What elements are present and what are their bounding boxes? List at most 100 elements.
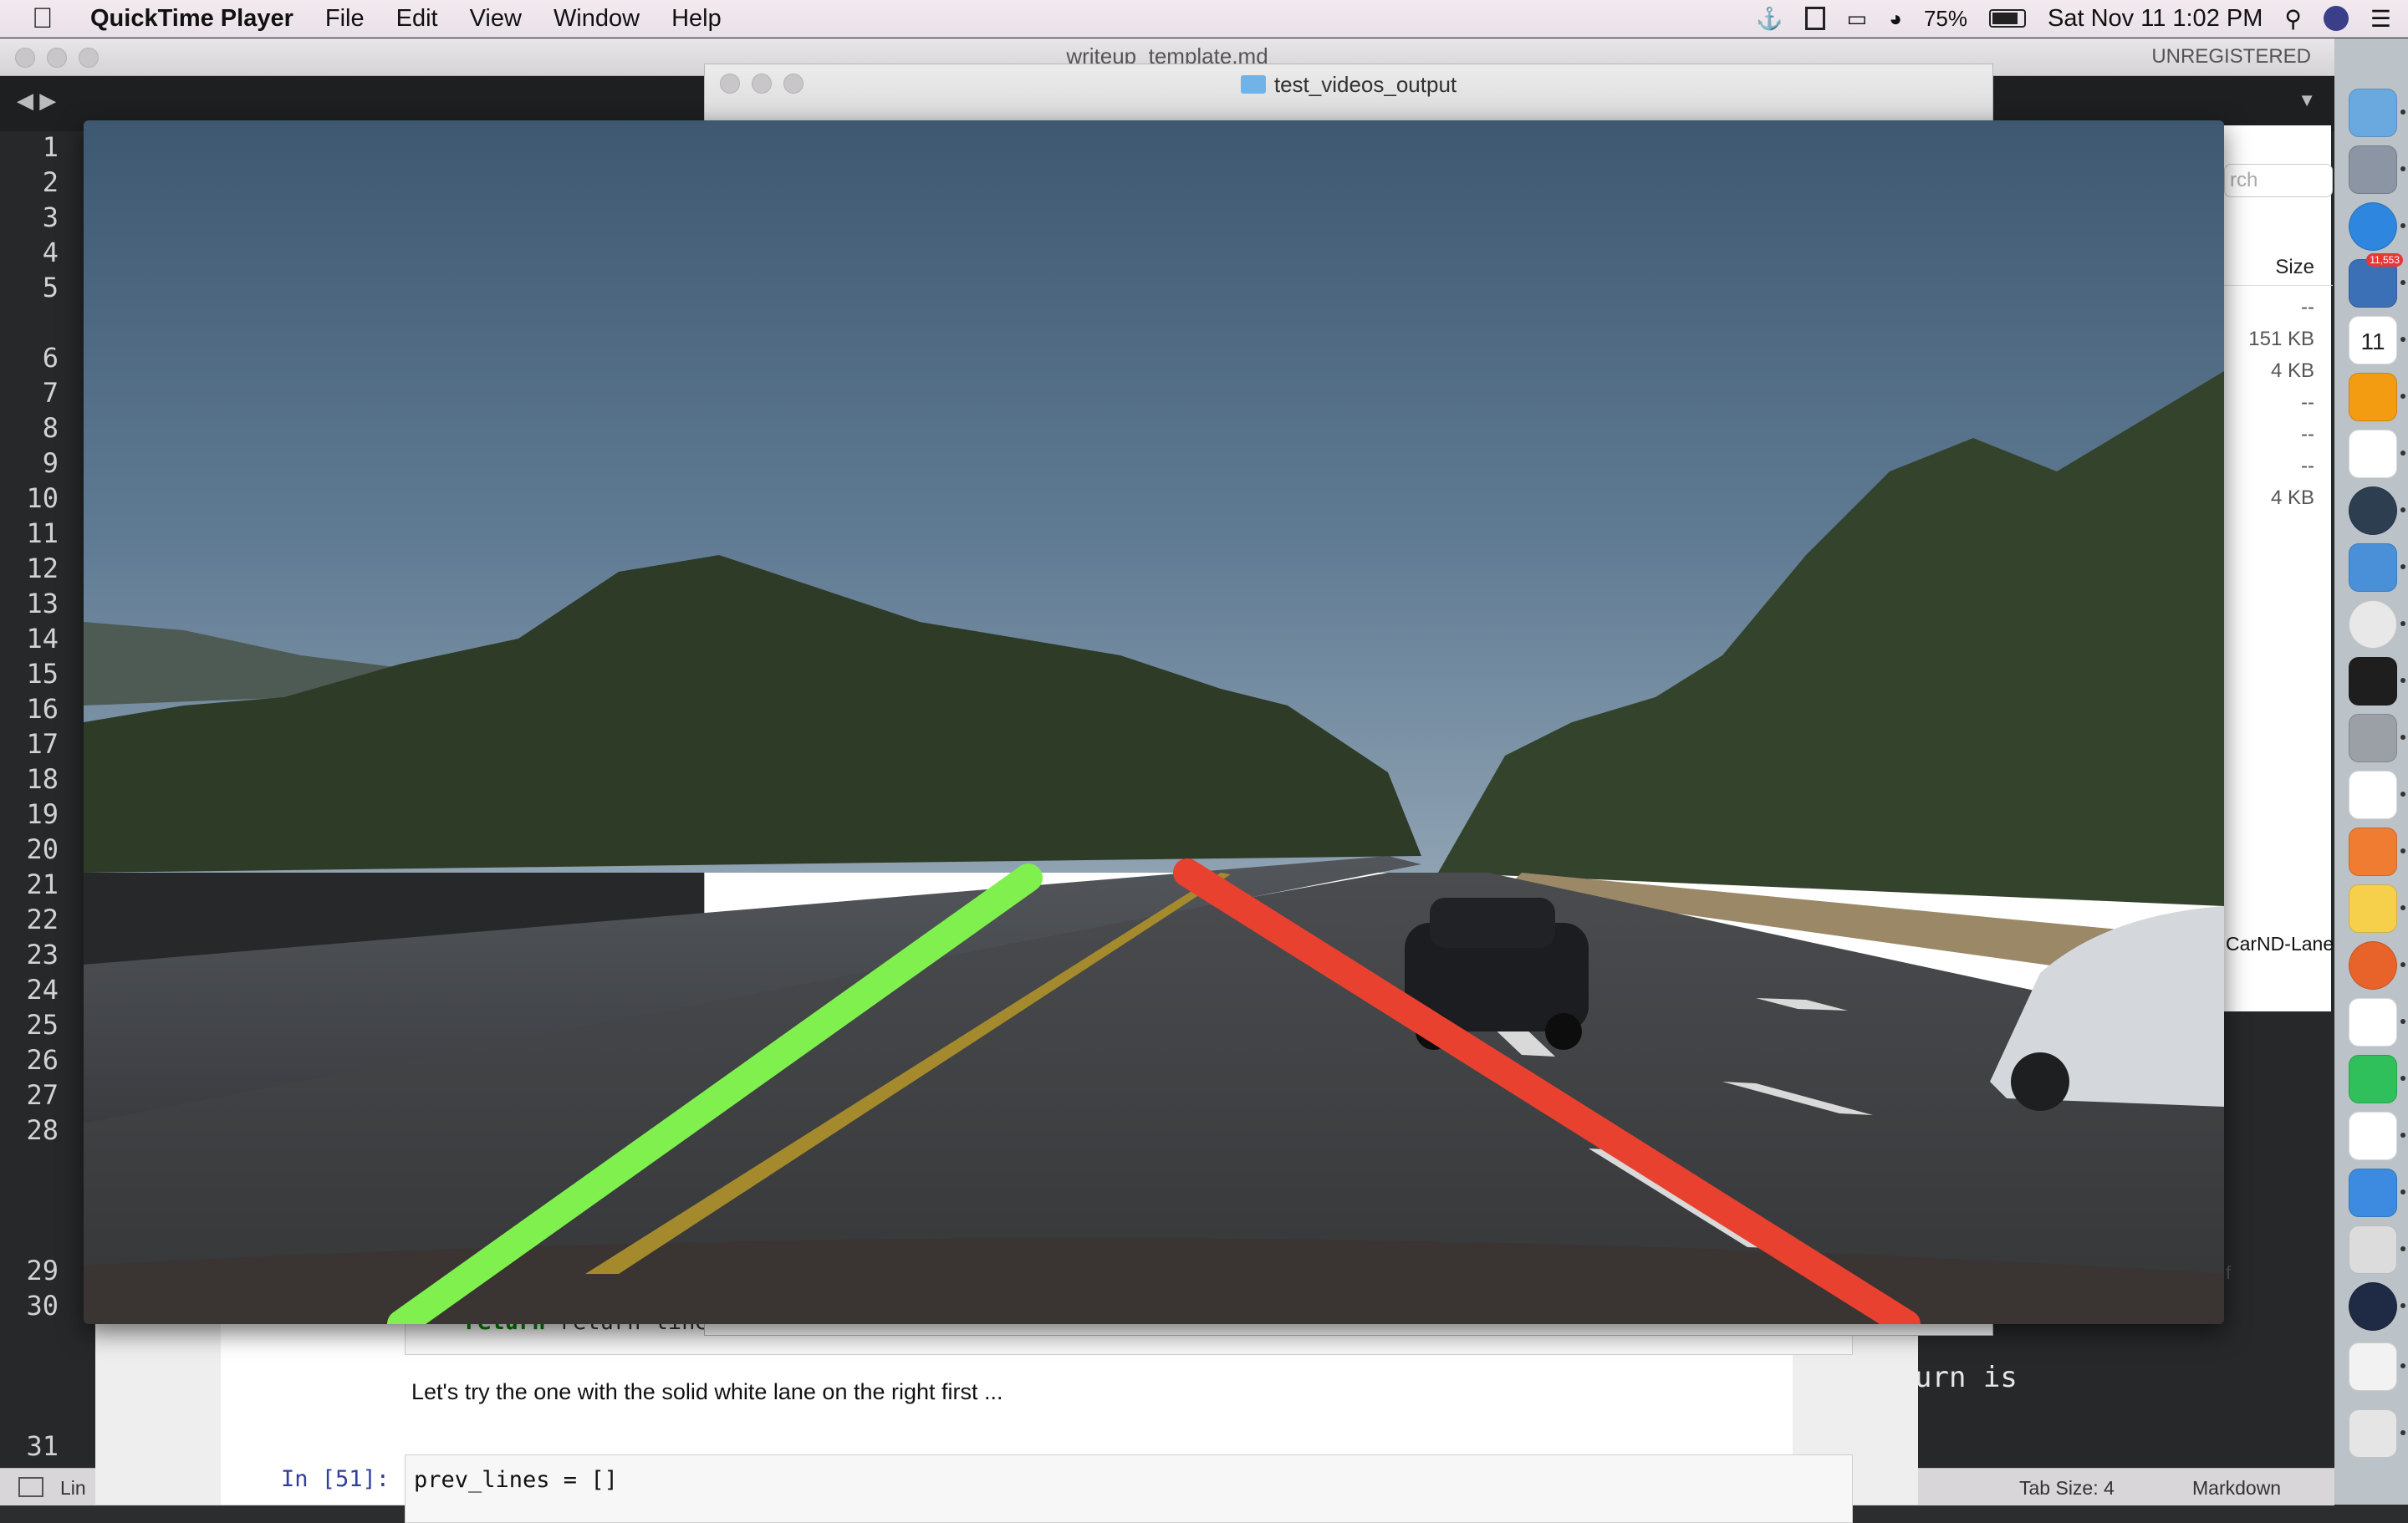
- finder-titlebar: test_videos_output: [705, 64, 1992, 127]
- notification-badge: 11,553: [2366, 253, 2403, 267]
- instruments-icon[interactable]: [2349, 828, 2397, 876]
- running-indicator: [2400, 735, 2405, 740]
- line-number: 16: [26, 693, 59, 725]
- calendar-icon[interactable]: 11: [2349, 316, 2397, 364]
- file-size: 4 KB: [2270, 486, 2314, 509]
- quicktime-icon[interactable]: [2349, 1282, 2397, 1331]
- syntax-selector[interactable]: Markdown: [2192, 1477, 2281, 1500]
- tab-nav-icon[interactable]: ◀ ▶: [17, 88, 56, 114]
- menu-file[interactable]: File: [325, 5, 365, 33]
- spotlight-icon[interactable]: ⚲: [2284, 5, 2302, 33]
- video-frame[interactable]: [84, 120, 2224, 1324]
- running-indicator: [2400, 1430, 2405, 1435]
- running-indicator: [2400, 1133, 2405, 1138]
- eclipse-icon[interactable]: [2349, 486, 2397, 535]
- running-indicator: [2400, 1303, 2405, 1308]
- slack-icon[interactable]: [2349, 1112, 2397, 1160]
- battery-icon[interactable]: [1989, 9, 2026, 28]
- notes-icon[interactable]: [2349, 884, 2397, 933]
- file-size: 151 KB: [2248, 328, 2314, 350]
- xcode-icon[interactable]: [2349, 430, 2397, 478]
- menu-view[interactable]: View: [470, 5, 522, 33]
- numbers-icon[interactable]: [2349, 1055, 2397, 1103]
- airplay-icon[interactable]: ▭: [1847, 6, 1868, 32]
- code-text: prev_lines = []: [414, 1467, 618, 1493]
- running-indicator: [2400, 451, 2405, 456]
- running-indicator: [2400, 1019, 2405, 1024]
- running-indicator: [2400, 1076, 2405, 1081]
- calculator-icon[interactable]: [2349, 714, 2397, 762]
- menu-help[interactable]: Help: [671, 5, 722, 33]
- code-cell[interactable]: prev_lines = []: [405, 1454, 1853, 1523]
- line-number: 10: [26, 482, 59, 514]
- size-column-header[interactable]: Size: [2224, 256, 2333, 286]
- textedit-icon[interactable]: [2349, 771, 2397, 819]
- dock: 11,553 11: [2334, 38, 2408, 1505]
- running-indicator: [2400, 678, 2405, 683]
- line-number: 1: [42, 131, 59, 163]
- safari-icon[interactable]: [2349, 202, 2397, 251]
- file-name[interactable]: CarND-Lanel: [2226, 933, 2338, 955]
- video-scene: [84, 120, 2224, 1324]
- photos-icon[interactable]: 11,553: [2349, 253, 2403, 308]
- menu-edit[interactable]: Edit: [396, 5, 438, 33]
- search-field[interactable]: rch: [2224, 164, 2333, 197]
- file-size: --: [2301, 296, 2314, 318]
- line-number: 14: [26, 623, 59, 655]
- finder-icon[interactable]: [2349, 89, 2397, 137]
- running-indicator: [2400, 507, 2405, 512]
- line-number: 9: [42, 447, 59, 479]
- file-size: 4 KB: [2270, 359, 2314, 382]
- unregistered-label: UNREGISTERED: [2151, 45, 2311, 68]
- running-indicator: [2400, 905, 2405, 910]
- line-number: 12: [26, 553, 59, 584]
- status-area: ⚓ ▭ ◕ 75% Sat Nov 11 1:02 PM ⚲ ☰: [1756, 0, 2391, 37]
- running-indicator: [2400, 110, 2405, 115]
- status-line-column: Lin: [60, 1477, 86, 1499]
- line-number: 4: [42, 237, 59, 268]
- line-number: 18: [26, 763, 59, 795]
- clock[interactable]: Sat Nov 11 1:02 PM: [2048, 5, 2263, 33]
- menu-window[interactable]: Window: [554, 5, 640, 33]
- launchpad-icon[interactable]: [2349, 145, 2397, 194]
- running-indicator: [2400, 223, 2405, 228]
- line-number: 27: [26, 1079, 59, 1111]
- tab-dropdown-icon[interactable]: ▼: [2298, 89, 2316, 111]
- trash-icon[interactable]: [2349, 1409, 2397, 1458]
- line-number: 28: [26, 1114, 59, 1146]
- running-indicator: [2400, 848, 2405, 853]
- chrome-icon[interactable]: [2349, 600, 2397, 649]
- console-icon[interactable]: [18, 1477, 43, 1497]
- tab-size-selector[interactable]: Tab Size: 4: [2019, 1477, 2115, 1500]
- wifi-icon[interactable]: ◕: [1889, 6, 1902, 32]
- running-indicator: [2400, 1246, 2405, 1251]
- app-menu[interactable]: QuickTime Player: [90, 5, 293, 33]
- battery-percent[interactable]: 75%: [1924, 6, 1967, 32]
- finder-title-text: test_videos_output: [1273, 72, 1457, 97]
- notes-status-icon[interactable]: [1804, 7, 1825, 30]
- line-number: 30: [26, 1290, 59, 1322]
- running-indicator: [2400, 564, 2405, 569]
- running-indicator: [2400, 280, 2405, 285]
- notification-center-icon[interactable]: ☰: [2370, 5, 2391, 33]
- sublime-icon[interactable]: [2349, 373, 2397, 421]
- line-number: 31: [26, 1430, 59, 1462]
- line-number-gutter: 1 2 3 4 5 6 7 8 9 10 11 12 13 14 15 16 17 18 19 20 21 22 23 24 2…: [0, 131, 84, 1497]
- docker-icon[interactable]: ⚓: [1756, 6, 1783, 32]
- xcode-tools-icon[interactable]: [2349, 543, 2397, 592]
- running-indicator: [2400, 1189, 2405, 1194]
- line-number: 2: [42, 166, 59, 198]
- firefox-icon[interactable]: [2349, 941, 2397, 990]
- keynote-icon[interactable]: [2349, 1225, 2397, 1274]
- terminal-icon[interactable]: [2349, 657, 2397, 705]
- cell-prompt: In [51]:: [281, 1466, 390, 1492]
- user-avatar-icon[interactable]: [2323, 6, 2349, 31]
- documents-icon[interactable]: [2349, 1342, 2397, 1391]
- apple-menu-icon[interactable]: : [32, 3, 65, 35]
- screen-record-icon[interactable]: [2349, 998, 2397, 1047]
- line-number: 23: [26, 939, 59, 970]
- preview-icon[interactable]: [2349, 1169, 2397, 1217]
- markdown-cell: Let's try the one with the solid white l…: [411, 1379, 1003, 1404]
- line-number: 19: [26, 798, 59, 830]
- running-indicator: [2400, 166, 2405, 171]
